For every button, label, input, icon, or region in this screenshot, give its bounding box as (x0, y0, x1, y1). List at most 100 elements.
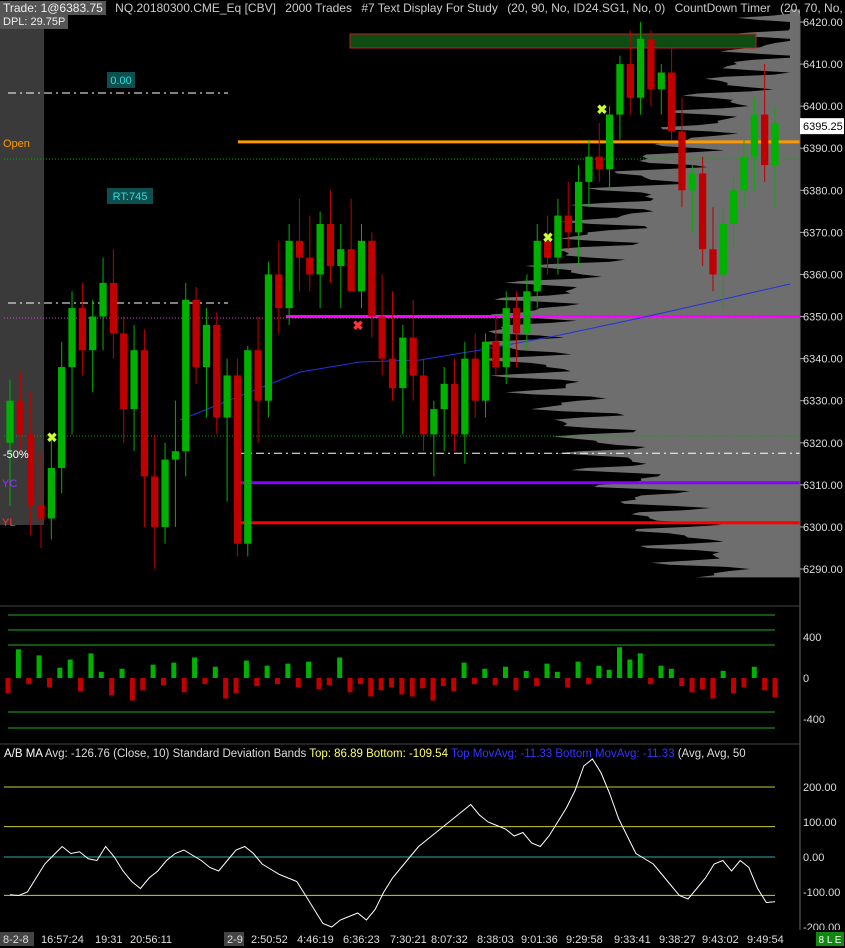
price-tick-label: 6400.00 (803, 101, 843, 113)
delta-bar (160, 678, 166, 686)
half-label: -50% (3, 449, 29, 461)
candle-body (554, 215, 562, 258)
candle-body (58, 367, 66, 469)
candle-body (626, 64, 634, 98)
delta-bar (109, 678, 115, 696)
delta-bar (88, 653, 94, 678)
delta-bar (451, 678, 457, 692)
delta-bar (181, 678, 187, 693)
candle-body (89, 316, 97, 351)
delta-bar (440, 678, 446, 687)
delta-bar (772, 678, 778, 698)
candle-body (730, 190, 738, 224)
candle-body (378, 316, 386, 359)
time-tick-label: 2:50:52 (251, 934, 288, 946)
time-tick-label: 6:36:23 (343, 934, 380, 946)
delta-bar (565, 678, 571, 688)
price-tick-label: 6390.00 (803, 143, 843, 155)
delta-bar (523, 670, 529, 678)
rt-box-text: RT:745 (113, 191, 148, 203)
delta-bar (617, 647, 623, 678)
osc-bottom-ma: Bottom MovAvg: -11.33 (555, 748, 675, 760)
candle-body (182, 299, 190, 452)
timer-params-label: (20, 70, No, N (780, 1, 845, 15)
delta-bar (399, 678, 405, 695)
open-label: Open (3, 138, 30, 150)
delta-bar (67, 659, 73, 678)
delta-bar (409, 678, 415, 697)
delta-tick-label: -400 (803, 714, 825, 726)
candle-body (27, 434, 35, 506)
delta-bar (140, 678, 146, 691)
delta-bar (202, 678, 208, 685)
candle-body (233, 375, 242, 544)
delta-bar (482, 668, 488, 678)
candle-body (388, 358, 397, 389)
candle-body (616, 64, 624, 115)
yl-label: YL (2, 517, 15, 529)
candle-body (109, 282, 117, 334)
price-tick-label: 6350.00 (803, 312, 843, 324)
delta-bar (306, 661, 312, 678)
delta-bar (98, 671, 104, 678)
delta-bar (378, 678, 384, 691)
candle-body (161, 459, 169, 527)
candle-body (409, 337, 417, 376)
price-chart[interactable]: ✖ ✖ ✖ ✖ Open -50% YC YL 0.00 RT:745 6420.00 6410.00… (0, 0, 845, 948)
candle-body (244, 350, 252, 544)
status-label: 8 L E (819, 935, 842, 946)
candle-body (419, 375, 428, 435)
delta-bar (627, 659, 633, 678)
candle-body (636, 38, 645, 98)
delta-bar (492, 678, 498, 686)
delta-bar (720, 670, 726, 678)
delta-bar (46, 678, 52, 688)
candle-body (368, 240, 376, 317)
candle-body (213, 324, 221, 418)
price-tick-label: 6320.00 (803, 438, 843, 450)
osc-title: A/B MA (4, 748, 43, 760)
delta-tick-label: 400 (803, 632, 821, 644)
time-tick-label: 9:43:02 (702, 934, 739, 946)
candle-body (605, 114, 614, 170)
delta-bar (751, 666, 757, 678)
price-tick-label: 6370.00 (803, 227, 843, 239)
delta-bar (357, 678, 363, 685)
delta-bar (192, 657, 198, 678)
candle-body (585, 156, 593, 182)
candle-body (130, 350, 138, 410)
osc-tick-label: -100.00 (803, 887, 840, 899)
delta-bar (461, 662, 467, 678)
candle-body (771, 122, 779, 166)
delta-bar (243, 660, 249, 678)
candle-body (740, 156, 748, 191)
date-label-1: 8-2-8 (3, 934, 29, 946)
delta-bar (295, 678, 301, 688)
delta-bar (212, 666, 218, 678)
delta-bar (596, 665, 602, 678)
candle-body (399, 337, 407, 389)
indicator-title: A/B MA Avg: -126.76 (Close, 10) Standard… (4, 748, 746, 760)
candle-body (523, 291, 531, 334)
candle-body (140, 350, 149, 477)
time-tick-label: 9:29:58 (566, 934, 603, 946)
time-tick-label: 9:38:27 (659, 934, 696, 946)
candle-body (78, 308, 86, 351)
zero-box-text: 0.00 (110, 75, 131, 87)
osc-avg: Avg: -126.76 (44, 748, 110, 760)
candle-body (151, 476, 159, 527)
candle-body (68, 308, 76, 368)
time-tick-label: 9:49:54 (747, 934, 784, 946)
candle-body (285, 240, 293, 309)
candle-body (6, 400, 14, 443)
resistance-zone (349, 33, 757, 49)
candle-body (275, 274, 283, 309)
candle-body (47, 468, 55, 519)
candle-body (533, 240, 541, 292)
candle-body (120, 333, 128, 410)
osc-params: (Close, 10) (113, 748, 170, 760)
candle-body (502, 308, 510, 368)
time-tick-label: 8:07:32 (431, 934, 468, 946)
study-params-label: (20, 90, No, ID24.SG1, No, 0) (507, 1, 666, 15)
candle-body (719, 223, 727, 275)
